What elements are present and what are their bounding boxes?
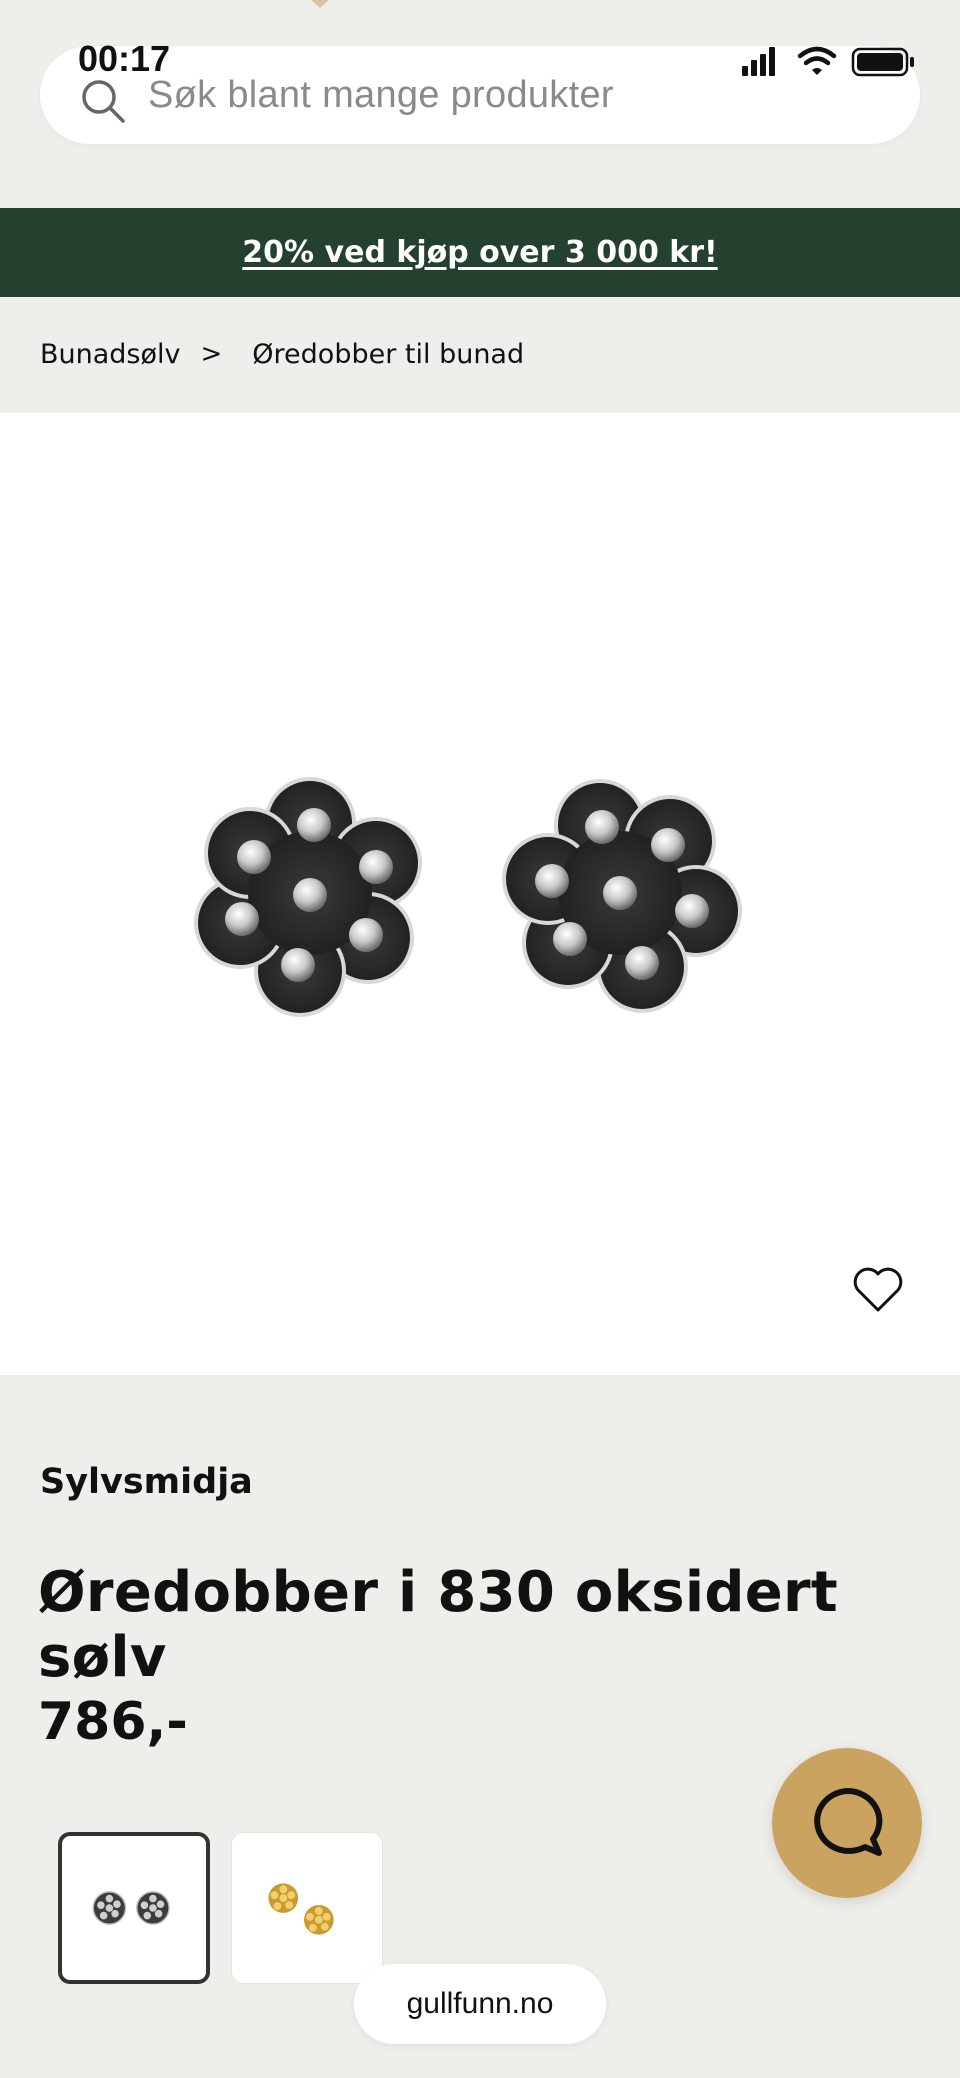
- wifi-icon: [797, 46, 837, 75]
- domain-label: gullfunn.no: [406, 1987, 554, 2020]
- product-image[interactable]: [0, 413, 960, 1375]
- earrings-image: [194, 777, 742, 1017]
- chat-button[interactable]: [772, 1748, 922, 1898]
- variant-silver-image: [92, 1891, 170, 1925]
- product-brand[interactable]: Sylvsmidja: [40, 1462, 253, 1502]
- variant-thumbnail-gold[interactable]: [231, 1832, 383, 1984]
- status-icons: [742, 46, 914, 77]
- variant-thumbnail-silver[interactable]: [58, 1832, 210, 1984]
- top-area: Søk blant mange produkter 00:17: [0, 0, 960, 208]
- breadcrumb-separator: >: [200, 339, 223, 369]
- browser-domain-pill[interactable]: gullfunn.no: [354, 1964, 606, 2044]
- breadcrumb: Bunadsølv > Øredobber til bunad: [40, 334, 524, 374]
- battery-icon: [851, 47, 914, 77]
- earring-right: [502, 779, 742, 1013]
- signal-icon: [742, 47, 775, 76]
- heart-icon[interactable]: [852, 1266, 904, 1314]
- product-price: 786,-: [38, 1692, 188, 1752]
- top-notch-decoration: [311, 0, 329, 8]
- search-placeholder[interactable]: Søk blant mange produkter: [148, 74, 614, 117]
- status-time: 00:17: [78, 38, 171, 79]
- product-title: Øredobber i 830 oksidert sølv: [38, 1560, 839, 1690]
- breadcrumb-item-oredobber[interactable]: Øredobber til bunad: [252, 339, 524, 370]
- search-icon[interactable]: [80, 78, 126, 124]
- chat-bubble-icon: [814, 1787, 883, 1856]
- promo-link[interactable]: 20% ved kjøp over 3 000 kr!: [242, 235, 717, 270]
- earring-left: [194, 777, 422, 1017]
- promo-banner: 20% ved kjøp over 3 000 kr!: [0, 208, 960, 297]
- variant-gold-image: [268, 1883, 334, 1935]
- breadcrumb-item-bunadsolv[interactable]: Bunadsølv: [40, 339, 181, 370]
